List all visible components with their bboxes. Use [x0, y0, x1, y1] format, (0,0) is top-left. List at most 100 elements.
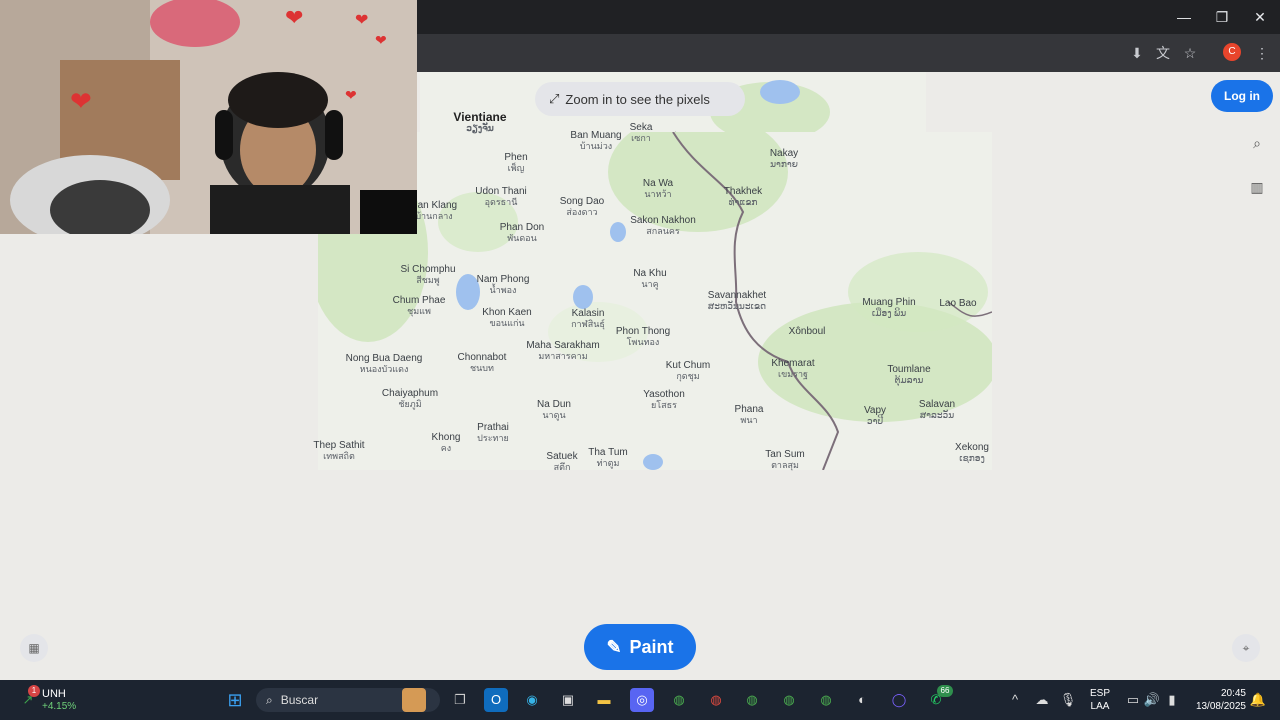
map-label-name: Satuek [546, 451, 578, 462]
svg-text:❤: ❤ [70, 86, 92, 116]
notifications-icon[interactable]: 🔔 [1246, 688, 1270, 712]
map-label-name: Khon Kaen [482, 307, 532, 318]
map-label-name: Chaiyaphum [381, 388, 439, 399]
store-icon[interactable]: ▣ [556, 688, 580, 712]
map-label-name: Nam Phong [476, 274, 530, 285]
obs-icon[interactable]: ◐ [850, 688, 874, 712]
map-label-phana: Phana พนา [735, 404, 764, 426]
map-label-name: Song Dao [559, 196, 605, 207]
chrome-icon-4[interactable]: ◍ [777, 688, 801, 712]
edge-icon[interactable]: ◉ [520, 688, 544, 712]
map-label-chum-phae: Chum Phae ชุมแพ [393, 295, 446, 317]
tray-overflow-chevron-icon[interactable]: ^ [1003, 688, 1027, 712]
map-label-nam-phong: Nam Phong น้ำพอง [477, 274, 530, 296]
map-label-name: Xekong [955, 442, 989, 453]
map-label-native: ວຽງຈັນ [466, 123, 494, 133]
map-label-si-chomphu: Si Chomphu สีชมพู [400, 264, 455, 286]
chrome-icon-5[interactable]: ◍ [814, 688, 838, 712]
map-label-native: ສະຫວັນນະເຂດ [707, 301, 767, 311]
clock-date: 13/08/2025 [1195, 701, 1246, 712]
outlook-icon[interactable]: O [484, 688, 508, 712]
map-label-native: โพนทอง [626, 337, 660, 347]
search-placeholder: Buscar [280, 693, 319, 707]
install-app-icon[interactable]: ⬇ [1127, 43, 1147, 63]
task-view-icon[interactable]: ❐ [448, 688, 472, 712]
map-label-native: ชัยภูมิ [398, 399, 422, 409]
login-button[interactable]: Log in [1211, 80, 1273, 112]
battery-icon[interactable]: ▮ [1160, 688, 1184, 712]
discord-icon[interactable]: ◎ [630, 688, 654, 712]
map-label-native: พันดอน [507, 233, 537, 243]
stock-name[interactable]: UNH [42, 688, 66, 700]
leaderboard-icon[interactable]: ▥ [1244, 174, 1270, 200]
map-label-native: ชนบท [470, 363, 494, 373]
map-label-native: ຕຸ້ມລານ [894, 375, 924, 385]
map-label-name: Chonnabot [457, 352, 507, 363]
start-windows-icon[interactable]: ⊞ [223, 688, 247, 712]
map-label-name: Na Wa [642, 178, 674, 189]
svg-text:❤: ❤ [375, 32, 387, 48]
map-label-name: Vientiane [453, 110, 507, 124]
minimize-button[interactable]: — [1173, 6, 1195, 28]
map-label-name: Yasothon [643, 389, 685, 400]
map-label-udon-thani: Udon Thani อุดรธานี [475, 186, 527, 208]
chrome-icon-1[interactable]: ◍ [667, 688, 691, 712]
map-label-phon-thong: Phon Thong โพนทอง [616, 326, 670, 348]
map-label-muang-phin: Muang Phin ເມືອງ ພິນ [862, 297, 915, 319]
language-top[interactable]: ESP [1088, 688, 1112, 700]
map-label-native: อุดรธานี [484, 197, 518, 207]
map-label-native: น้ำพอง [489, 285, 517, 295]
map-label-name: Ban Klang [410, 200, 458, 211]
onedrive-icon[interactable]: ☁ [1030, 688, 1054, 712]
bookmark-star-icon[interactable]: ☆ [1180, 43, 1200, 63]
microphone-icon[interactable]: 🎙 [1056, 688, 1080, 712]
map-label-savannakhet: Savannakhet ສະຫວັນນະເຂດ [708, 290, 766, 312]
map-label-thep-sathit: Thep Sathit เทพสถิต [313, 440, 364, 462]
map-label-name: Khemarat [771, 358, 815, 369]
stock-badge: 1 [28, 685, 40, 697]
chrome-icon-3[interactable]: ◍ [740, 688, 764, 712]
map-label-native: ส่องดาว [566, 207, 598, 217]
close-button[interactable]: ✕ [1249, 6, 1271, 28]
map-label-name: Udon Thani [475, 186, 527, 197]
menu-kebab-icon[interactable]: ⋮ [1252, 43, 1272, 63]
map-label-kut-chum: Kut Chum กุดชุม [666, 360, 710, 382]
paint-button[interactable]: ✎ Paint [584, 624, 696, 670]
palette-toggle-icon[interactable]: ▦ [20, 634, 48, 662]
map-label-satuek: Satuek สตึก [546, 451, 577, 473]
map-label-native: ເຊກອງ [959, 453, 985, 463]
translate-icon[interactable]: 文 [1153, 43, 1173, 63]
map-label-phan-don: Phan Don พันดอน [500, 222, 544, 244]
map-label-native: สตึก [553, 462, 571, 472]
map-label-name: Phon Thong [615, 326, 671, 337]
chrome-icon-2[interactable]: ◍ [704, 688, 728, 712]
map-label-native: ທ່າແຂກ [728, 197, 758, 207]
map-label-name: Phana [734, 404, 764, 415]
map-label-native: ນາກາຍ [770, 159, 798, 169]
map-label-song-dao: Song Dao ส่องดาว [560, 196, 604, 218]
locate-me-icon[interactable]: ⌖ [1232, 634, 1260, 662]
file-explorer-icon[interactable]: ▬ [592, 688, 616, 712]
app-ring-icon[interactable]: ◯ [887, 688, 911, 712]
search-globe-icon[interactable]: ⌕ [1244, 130, 1270, 156]
map-label-name: Nakay [769, 148, 799, 159]
clock-time[interactable]: 20:45 [1190, 688, 1246, 700]
svg-text:❤: ❤ [345, 87, 357, 103]
search-highlight-icon [402, 688, 426, 712]
map-label-ban-muang: Ban Muang บ้านม่วง [570, 130, 621, 152]
map-label-vapy: Vapy ວາປີ [864, 405, 886, 427]
paint-label: Paint [629, 636, 674, 657]
map-label-name: Salavan [918, 399, 956, 410]
svg-text:❤: ❤ [355, 12, 368, 29]
restore-button[interactable]: ❐ [1211, 6, 1233, 28]
map-label-khong: Khong คง [432, 432, 461, 454]
map-label-native: กุดชุม [676, 371, 700, 381]
zoom-hint-pill[interactable]: ⤢ Zoom in to see the pixels [535, 82, 745, 116]
webcam-overlay: ❤ ❤ ❤ ❤ ❤ [0, 0, 417, 234]
profile-avatar[interactable]: C [1223, 43, 1241, 61]
map-label-native: สีชมพู [416, 275, 440, 285]
stock-change: +4.15% [42, 701, 77, 712]
map-label-native: ตาลสุม [771, 460, 799, 470]
map-label-kalasin: Kalasin กาฬสินธุ์ [571, 308, 605, 330]
map-label-native: พนา [740, 415, 758, 425]
